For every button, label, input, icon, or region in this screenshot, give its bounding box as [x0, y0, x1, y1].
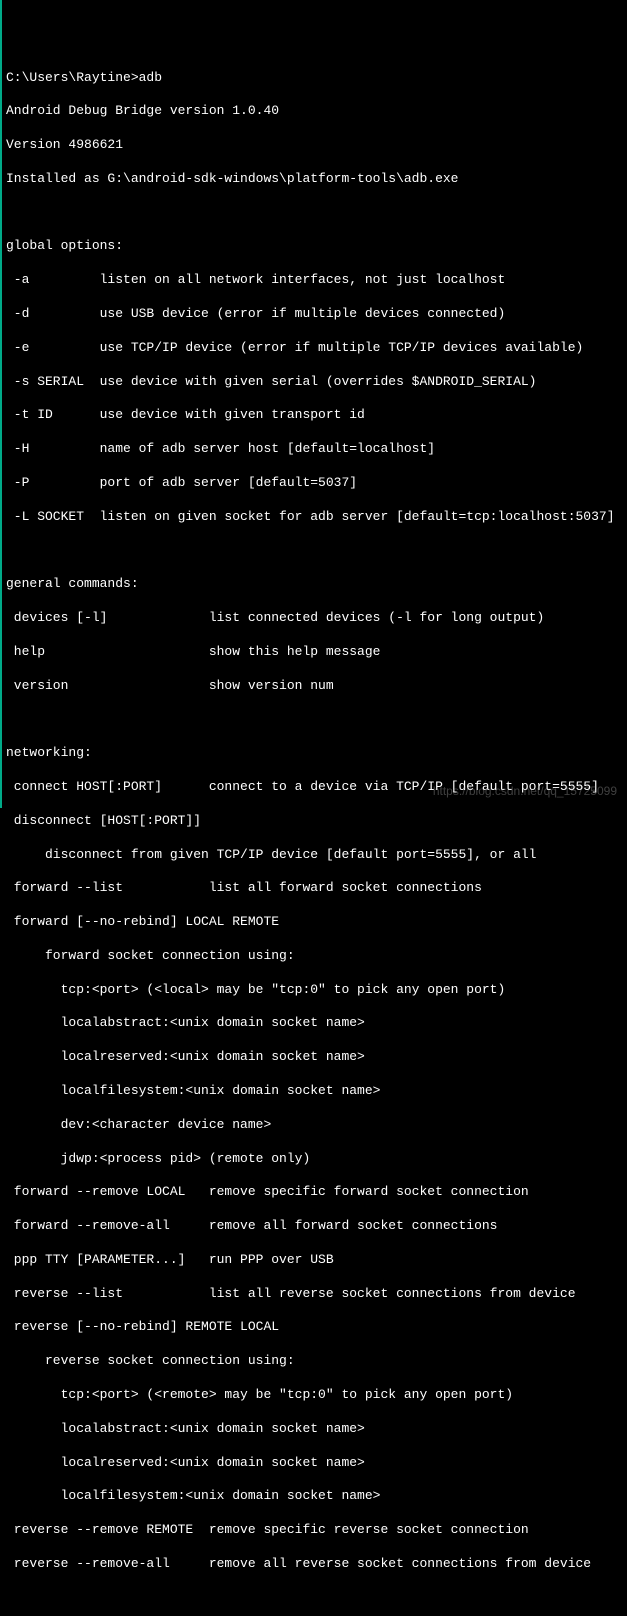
net-reverse-localabstract: localabstract:<unix domain socket name>	[6, 1421, 623, 1438]
cmd-devices: devices [-l] list connected devices (-l …	[6, 610, 623, 627]
net-ppp: ppp TTY [PARAMETER...] run PPP over USB	[6, 1252, 623, 1269]
net-reverse-remove-all: reverse --remove-all remove all reverse …	[6, 1556, 623, 1573]
net-forward-list: forward --list list all forward socket c…	[6, 880, 623, 897]
net-forward-localreserved: localreserved:<unix domain socket name>	[6, 1049, 623, 1066]
cmd-version: version show version num	[6, 678, 623, 695]
global-option-l: -L SOCKET listen on given socket for adb…	[6, 509, 623, 526]
net-forward-remove-all: forward --remove-all remove all forward …	[6, 1218, 623, 1235]
net-reverse-desc: reverse socket connection using:	[6, 1353, 623, 1370]
adb-version-line: Android Debug Bridge version 1.0.40	[6, 103, 623, 120]
net-forward-dev: dev:<character device name>	[6, 1117, 623, 1134]
global-option-a: -a listen on all network interfaces, not…	[6, 272, 623, 289]
general-commands-heading: general commands:	[6, 576, 623, 593]
blank-line	[6, 1590, 623, 1607]
global-option-p: -P port of adb server [default=5037]	[6, 475, 623, 492]
net-reverse-localfilesystem: localfilesystem:<unix domain socket name…	[6, 1488, 623, 1505]
net-reverse-tcp: tcp:<port> (<remote> may be "tcp:0" to p…	[6, 1387, 623, 1404]
global-option-h: -H name of adb server host [default=loca…	[6, 441, 623, 458]
net-disconnect: disconnect [HOST[:PORT]]	[6, 813, 623, 830]
networking-heading: networking:	[6, 745, 623, 762]
global-option-s: -s SERIAL use device with given serial (…	[6, 374, 623, 391]
version-number-line: Version 4986621	[6, 137, 623, 154]
net-forward-localfilesystem: localfilesystem:<unix domain socket name…	[6, 1083, 623, 1100]
net-forward-remove: forward --remove LOCAL remove specific f…	[6, 1184, 623, 1201]
net-forward-jdwp: jdwp:<process pid> (remote only)	[6, 1151, 623, 1168]
net-forward-desc: forward socket connection using:	[6, 948, 623, 965]
cmd-help: help show this help message	[6, 644, 623, 661]
net-reverse: reverse [--no-rebind] REMOTE LOCAL	[6, 1319, 623, 1336]
net-forward-tcp: tcp:<port> (<local> may be "tcp:0" to pi…	[6, 982, 623, 999]
global-option-t: -t ID use device with given transport id	[6, 407, 623, 424]
global-option-e: -e use TCP/IP device (error if multiple …	[6, 340, 623, 357]
blank-line	[6, 711, 623, 728]
net-reverse-remove: reverse --remove REMOTE remove specific …	[6, 1522, 623, 1539]
blank-line	[6, 543, 623, 560]
net-forward-localabstract: localabstract:<unix domain socket name>	[6, 1015, 623, 1032]
net-connect: connect HOST[:PORT] connect to a device …	[6, 779, 623, 796]
net-forward: forward [--no-rebind] LOCAL REMOTE	[6, 914, 623, 931]
net-reverse-list: reverse --list list all reverse socket c…	[6, 1286, 623, 1303]
global-option-d: -d use USB device (error if multiple dev…	[6, 306, 623, 323]
blank-line	[6, 205, 623, 222]
install-path-line: Installed as G:\android-sdk-windows\plat…	[6, 171, 623, 188]
net-reverse-localreserved: localreserved:<unix domain socket name>	[6, 1455, 623, 1472]
global-options-heading: global options:	[6, 238, 623, 255]
net-disconnect-desc: disconnect from given TCP/IP device [def…	[6, 847, 623, 864]
command-prompt: C:\Users\Raytine>adb	[6, 70, 623, 87]
